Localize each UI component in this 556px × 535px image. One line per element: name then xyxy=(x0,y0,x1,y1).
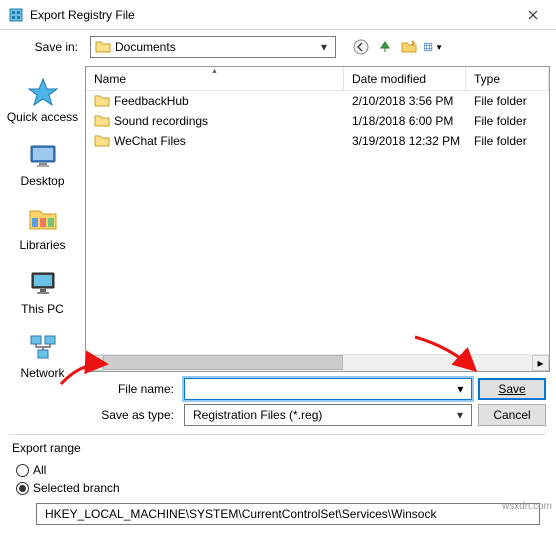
file-date: 1/18/2018 6:00 PM xyxy=(344,114,466,128)
save-as-type-label: Save as type: xyxy=(90,408,178,422)
table-row[interactable]: Sound recordings 1/18/2018 6:00 PMFile fo… xyxy=(86,111,549,131)
up-button[interactable] xyxy=(374,36,396,58)
save-in-label: Save in: xyxy=(20,40,84,54)
file-name: Sound recordings xyxy=(114,114,208,128)
sort-ascending-icon: ▴ xyxy=(212,66,216,75)
list-header: Name ▴ Date modified Type xyxy=(86,67,549,91)
column-type[interactable]: Type xyxy=(466,67,549,90)
places-bar: Quick access Desktop Libraries This PC N… xyxy=(0,64,85,372)
file-type: File folder xyxy=(466,114,549,128)
radio-icon xyxy=(16,464,29,477)
watermark: wsxdn.com xyxy=(502,501,552,512)
window-title: Export Registry File xyxy=(30,8,510,22)
sidebar-item-network[interactable]: Network xyxy=(0,330,85,382)
sidebar-item-quick-access[interactable]: Quick access xyxy=(0,74,85,126)
registry-icon xyxy=(8,7,24,23)
chevron-down-icon[interactable]: ▾ xyxy=(454,382,467,396)
folder-icon xyxy=(94,93,110,109)
chevron-down-icon: ▼ xyxy=(435,43,443,52)
sidebar-item-this-pc[interactable]: This PC xyxy=(0,266,85,318)
title-bar: Export Registry File xyxy=(0,0,556,30)
cancel-button[interactable]: Cancel xyxy=(478,404,546,426)
folder-icon xyxy=(94,133,110,149)
file-name-input[interactable] xyxy=(189,382,454,396)
file-date: 2/10/2018 3:56 PM xyxy=(344,94,466,108)
column-name[interactable]: Name ▴ xyxy=(86,67,344,90)
desktop-icon xyxy=(27,140,59,172)
file-name: FeedbackHub xyxy=(114,94,189,108)
file-type: File folder xyxy=(466,94,549,108)
scroll-track[interactable] xyxy=(103,355,532,371)
horizontal-scrollbar[interactable]: ◂ ▸ xyxy=(86,354,549,371)
save-in-row: Save in: Documents ▾ ▼ xyxy=(0,30,556,64)
branch-path-input[interactable] xyxy=(43,506,533,522)
table-row[interactable]: WeChat Files 3/19/2018 12:32 PMFile folde… xyxy=(86,131,549,151)
file-name-field[interactable]: ▾ xyxy=(184,378,472,400)
main-area: Quick access Desktop Libraries This PC N… xyxy=(0,64,556,372)
back-button[interactable] xyxy=(350,36,372,58)
view-menu-button[interactable]: ▼ xyxy=(422,36,444,58)
documents-folder-icon xyxy=(95,39,111,55)
list-body: FeedbackHub2/10/2018 3:56 PMFile folderS… xyxy=(86,91,549,354)
sidebar-item-libraries[interactable]: Libraries xyxy=(0,202,85,254)
radio-icon-checked xyxy=(16,482,29,495)
column-date-modified[interactable]: Date modified xyxy=(344,67,466,90)
save-in-combo[interactable]: Documents ▾ xyxy=(90,36,336,58)
file-name: WeChat Files xyxy=(114,134,186,148)
nav-buttons: ▼ xyxy=(350,36,444,58)
scroll-left-arrow[interactable]: ◂ xyxy=(86,355,103,371)
file-type: File folder xyxy=(466,134,549,148)
chevron-down-icon: ▾ xyxy=(453,408,467,422)
file-list: Name ▴ Date modified Type FeedbackHub 2/1… xyxy=(85,66,550,372)
folder-icon xyxy=(94,113,110,129)
export-range-title: Export range xyxy=(12,441,544,455)
branch-path-field[interactable] xyxy=(36,503,540,525)
network-icon xyxy=(27,332,59,364)
close-button[interactable] xyxy=(510,0,556,30)
chevron-down-icon: ▾ xyxy=(317,40,331,54)
save-in-value: Documents xyxy=(115,40,317,54)
new-folder-button[interactable] xyxy=(398,36,420,58)
scroll-right-arrow[interactable]: ▸ xyxy=(532,355,549,371)
file-name-label: File name: xyxy=(90,382,178,396)
radio-selected-branch[interactable]: Selected branch xyxy=(16,479,544,497)
radio-all[interactable]: All xyxy=(16,461,544,479)
export-range-group: Export range All Selected branch xyxy=(0,435,556,535)
libraries-icon xyxy=(27,204,59,236)
sidebar-item-desktop[interactable]: Desktop xyxy=(0,138,85,190)
save-button[interactable]: Save xyxy=(478,378,546,400)
save-as-type-combo[interactable]: Registration Files (*.reg) ▾ xyxy=(184,404,472,426)
scroll-thumb[interactable] xyxy=(103,355,343,370)
quick-access-icon xyxy=(27,76,59,108)
table-row[interactable]: FeedbackHub 2/10/2018 3:56 PMFile folder xyxy=(86,91,549,111)
this-pc-icon xyxy=(27,268,59,300)
file-date: 3/19/2018 12:32 PM xyxy=(344,134,466,148)
